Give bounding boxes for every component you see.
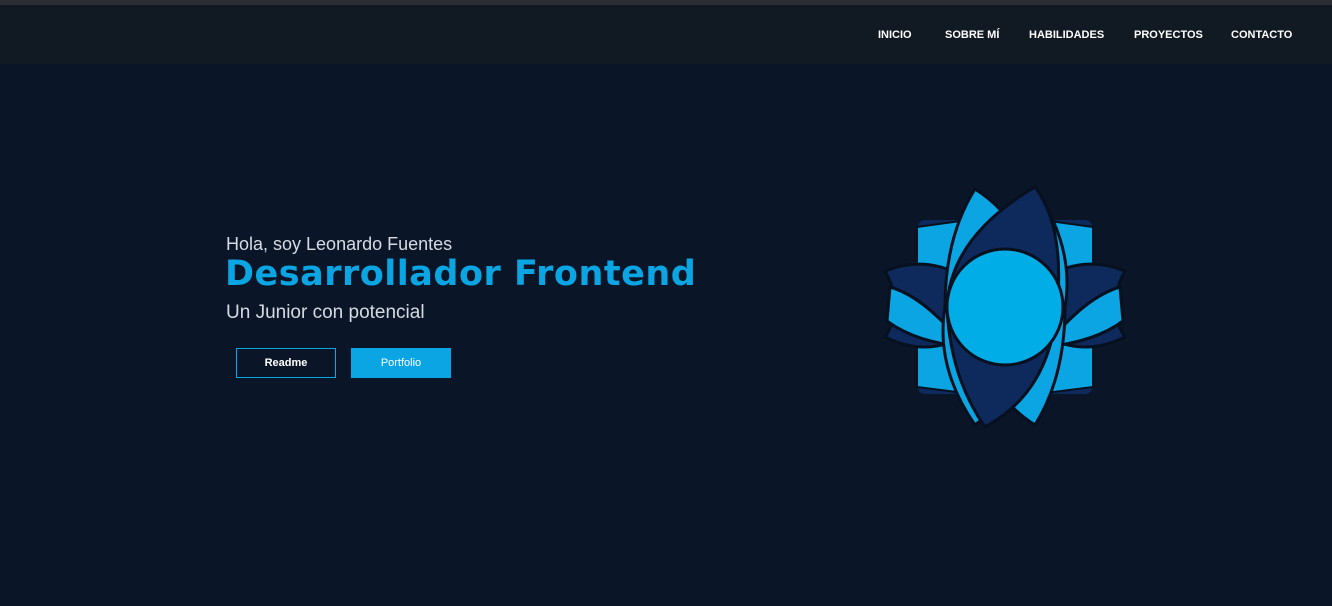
nav-item-proyectos[interactable]: PROYECTOS bbox=[1134, 29, 1203, 41]
portfolio-button[interactable]: Portfolio bbox=[351, 348, 451, 378]
nav-item-sobre-mi[interactable]: SOBRE MÍ bbox=[945, 29, 999, 41]
hero-section bbox=[0, 64, 1332, 606]
readme-button[interactable]: Readme bbox=[236, 348, 336, 378]
hero-greeting: Hola, soy Leonardo Fuentes bbox=[226, 234, 453, 254]
nav-item-contacto[interactable]: CONTACTO bbox=[1231, 29, 1292, 41]
nav-item-habilidades[interactable]: HABILIDADES bbox=[1029, 29, 1104, 41]
hero-role-title: Desarrollador Frontend bbox=[225, 254, 697, 294]
flower-logo-icon bbox=[882, 185, 1128, 429]
navbar: INICIO SOBRE MÍ HABILIDADES PROYECTOS CO… bbox=[0, 5, 1332, 64]
hero-subtitle: Un Junior con potencial bbox=[226, 302, 425, 323]
nav-item-inicio[interactable]: INICIO bbox=[878, 29, 912, 41]
